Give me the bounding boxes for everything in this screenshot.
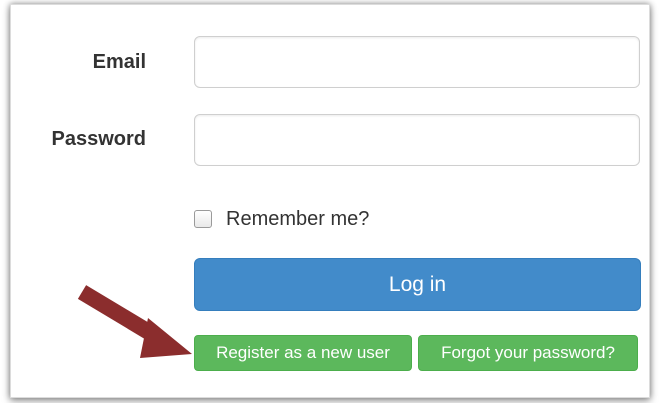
remember-me-label[interactable]: Remember me? <box>226 208 369 231</box>
register-button[interactable]: Register as a new user <box>194 335 412 371</box>
password-label: Password <box>51 128 146 150</box>
page: Email Password Remember me? Log in Regis… <box>0 0 662 403</box>
forgot-password-button[interactable]: Forgot your password? <box>418 335 638 371</box>
login-button[interactable]: Log in <box>194 258 641 311</box>
remember-me-row[interactable]: Remember me? <box>194 206 369 232</box>
email-label: Email <box>92 51 146 73</box>
remember-me-checkbox[interactable] <box>194 210 212 228</box>
password-input[interactable] <box>194 114 640 166</box>
arrow-icon <box>77 285 192 358</box>
email-input[interactable] <box>194 36 640 88</box>
